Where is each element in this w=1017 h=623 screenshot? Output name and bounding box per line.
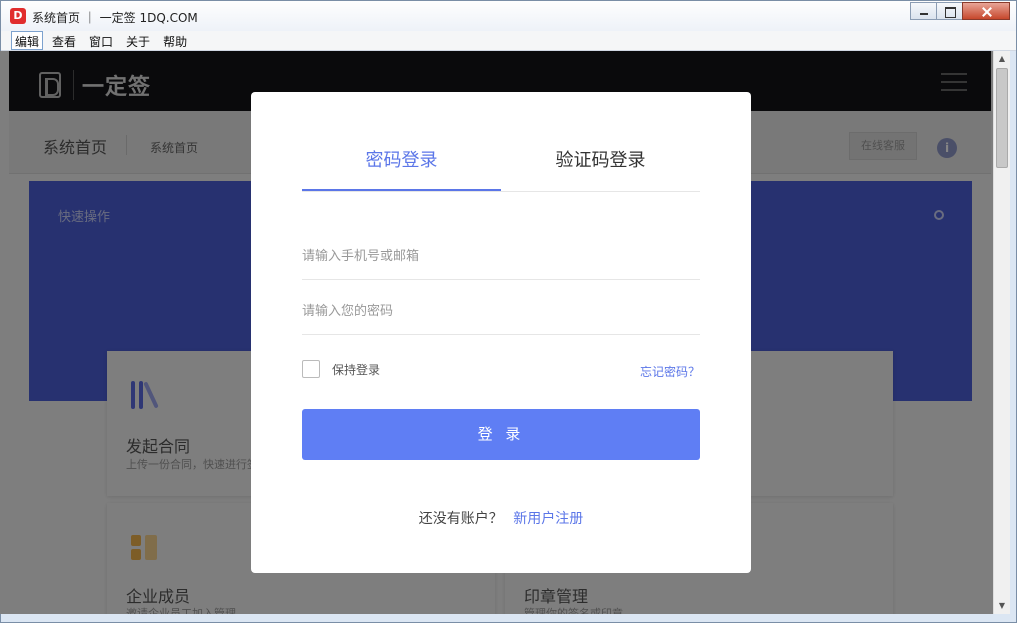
- tab-code-login[interactable]: 验证码登录: [501, 134, 700, 191]
- login-tabs: 密码登录 验证码登录: [302, 134, 700, 192]
- tab-password-login[interactable]: 密码登录: [302, 134, 501, 191]
- maximize-button[interactable]: [936, 2, 963, 20]
- scroll-down-arrow-icon[interactable]: ▼: [994, 598, 1010, 614]
- menu-view[interactable]: 查看: [48, 31, 80, 50]
- menu-window[interactable]: 窗口: [85, 31, 117, 50]
- register-link[interactable]: 新用户注册: [513, 511, 583, 527]
- window-controls: [910, 2, 1010, 20]
- remember-me[interactable]: 保持登录: [302, 360, 380, 378]
- account-input[interactable]: [302, 234, 700, 280]
- remember-label: 保持登录: [332, 362, 381, 377]
- app-logo-icon: D: [10, 8, 26, 24]
- menu-bar: 编辑 查看 窗口 关于 帮助: [1, 31, 1016, 51]
- vertical-scrollbar[interactable]: ▲ ▼: [993, 51, 1010, 614]
- minimize-button[interactable]: [910, 2, 937, 20]
- scroll-thumb[interactable]: [996, 68, 1008, 168]
- password-input[interactable]: [302, 289, 700, 335]
- close-button[interactable]: [962, 2, 1010, 20]
- window-title: 系统首页 ｜ 一定签 1DQ.COM: [32, 11, 198, 25]
- login-button[interactable]: 登 录: [302, 409, 700, 460]
- scroll-up-arrow-icon[interactable]: ▲: [994, 51, 1010, 67]
- title-bar[interactable]: D 系统首页 ｜ 一定签 1DQ.COM: [1, 1, 1016, 31]
- no-account-text: 还没有账户？: [418, 511, 503, 527]
- forgot-password-link[interactable]: 忘记密码？: [640, 363, 700, 380]
- menu-about[interactable]: 关于: [122, 31, 154, 50]
- remember-checkbox[interactable]: [302, 360, 320, 378]
- menu-help[interactable]: 帮助: [159, 31, 191, 50]
- register-row: 还没有账户？ 新用户注册: [251, 508, 751, 528]
- menu-edit[interactable]: 编辑: [11, 31, 44, 50]
- login-dialog: 密码登录 验证码登录 保持登录 忘记密码？ 登 录 还没有账户？ 新用户注册: [251, 92, 751, 573]
